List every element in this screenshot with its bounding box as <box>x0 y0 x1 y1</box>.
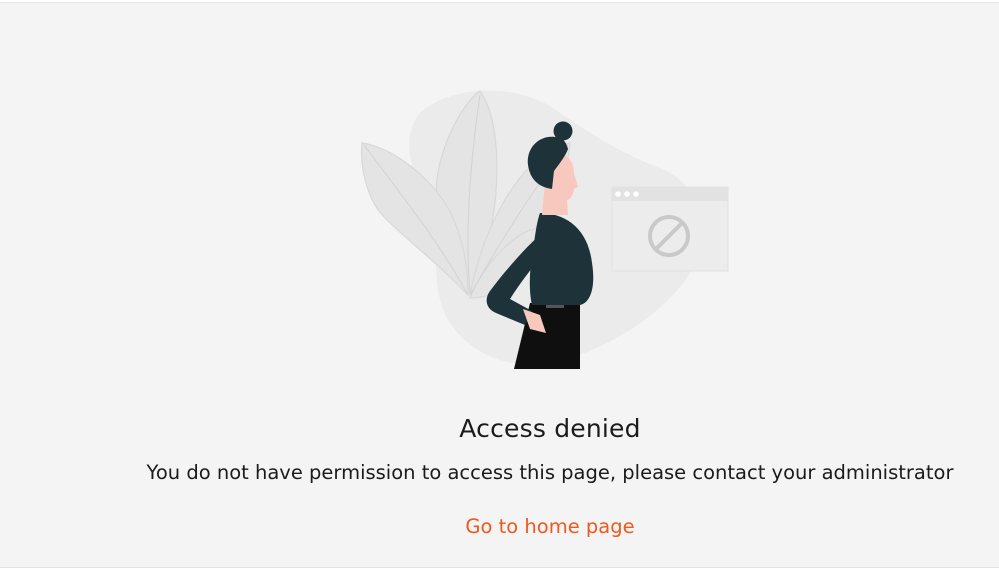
blocked-window <box>611 186 729 272</box>
error-message: You do not have permission to access thi… <box>146 461 954 484</box>
go-to-home-link[interactable]: Go to home page <box>0 515 999 538</box>
home-link-label[interactable]: Go to home page <box>465 515 634 538</box>
page-title: Access denied <box>459 414 641 443</box>
access-denied-page: Access denied You do not have permission… <box>0 2 999 568</box>
access-denied-illustration <box>361 90 729 369</box>
